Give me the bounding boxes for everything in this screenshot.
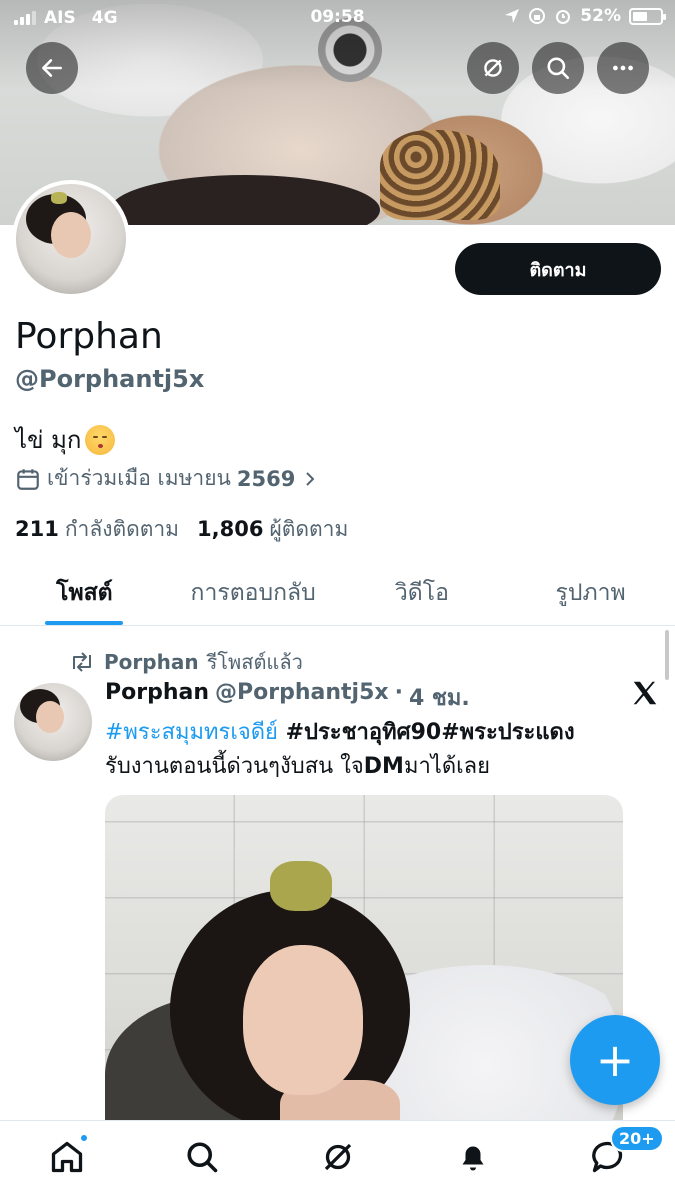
profile-avatar[interactable]	[12, 180, 130, 298]
post-text-number: 90	[410, 720, 442, 745]
tab-videos[interactable]: วิดีโอ	[338, 560, 507, 625]
followers-count: 1,806	[197, 517, 264, 541]
post-header: Porphan @Porphantj5x · 4 ชม.	[105, 680, 470, 715]
calendar-icon	[17, 468, 39, 490]
nav-grok[interactable]	[318, 1137, 358, 1177]
bottom-nav: 20+	[0, 1120, 675, 1200]
nav-notifications[interactable]	[453, 1137, 493, 1177]
followers-label: ผู้ติดตาม	[269, 517, 349, 541]
tab-replies-label: การตอบกลับ	[190, 579, 316, 606]
home-notification-dot	[79, 1133, 89, 1143]
tab-videos-label: วิดีโอ	[394, 579, 449, 606]
more-icon	[613, 65, 633, 71]
repost-icon	[73, 652, 91, 672]
battery-percent: 52%	[580, 6, 621, 26]
tab-posts-label: โพสต์	[56, 579, 113, 606]
follow-button[interactable]: ติดตาม	[455, 243, 661, 295]
post-text-hashtag3: #พระประแดง	[441, 720, 575, 745]
bell-icon	[462, 1146, 484, 1171]
compose-button[interactable]: +	[570, 1015, 660, 1105]
post-image[interactable]	[105, 795, 623, 1125]
profile-tabs: โพสต์ การตอบกลับ วิดีโอ รูปภาพ	[0, 560, 675, 626]
post-text: #พระสมุมทรเจดีย์ #ประชาอุทิศ90#พระประแดง…	[105, 716, 625, 784]
battery-icon	[629, 7, 666, 25]
scrollbar[interactable]	[665, 630, 669, 680]
kissing-face-emoji-icon	[85, 424, 116, 455]
joined-prefix: เข้าร่วมเมือ เมษายน	[47, 466, 231, 490]
tab-replies[interactable]: การตอบกลับ	[169, 560, 338, 625]
followers-link[interactable]: 1,806 ผู้ติดตาม	[197, 513, 348, 546]
nav-messages[interactable]: 20+	[588, 1125, 664, 1177]
home-icon	[51, 1141, 83, 1173]
repost-indicator: Porphan รีโพสต์แล้ว	[68, 646, 303, 678]
chevron-right-icon	[306, 471, 315, 486]
repost-name[interactable]: Porphan	[104, 650, 199, 674]
post-time: 4 ชม.	[408, 686, 470, 711]
bio: ไข่ มุก	[15, 420, 116, 459]
bio-text: ไข่ มุก	[15, 426, 82, 454]
x-logo-icon	[633, 681, 657, 705]
alarm-icon	[556, 10, 571, 24]
back-button[interactable]	[26, 42, 78, 94]
tab-posts[interactable]: โพสต์	[0, 560, 169, 625]
nav-search[interactable]	[182, 1137, 222, 1177]
post-text-line2-end: มาได้เลย	[403, 754, 491, 779]
grok-button[interactable]	[467, 42, 519, 94]
lock-rotation-icon	[529, 8, 546, 24]
post-avatar[interactable]	[14, 683, 92, 761]
search-icon	[547, 57, 570, 80]
status-bar: AIS 4G 09:58 52%	[0, 0, 675, 36]
back-arrow-icon	[42, 59, 62, 77]
grok-nav-icon	[324, 1143, 352, 1171]
hashtag-link[interactable]: #พระสมุมทรเจดีย์	[105, 720, 278, 745]
following-count: 211	[15, 517, 59, 541]
joined-year: 2569	[236, 466, 296, 491]
search-button[interactable]	[532, 42, 584, 94]
following-link[interactable]: 211 กำลังติดตาม	[15, 513, 179, 546]
display-name: Porphan	[15, 316, 163, 357]
follow-counts: 211 กำลังติดตาม 1,806 ผู้ติดตาม	[15, 513, 348, 546]
active-tab-indicator	[45, 621, 124, 625]
post-text-dm: DM	[363, 754, 404, 779]
joined-date[interactable]: เข้าร่วมเมือ เมษายน 2569	[15, 462, 319, 495]
more-button[interactable]	[597, 42, 649, 94]
search-nav-icon	[187, 1142, 218, 1173]
tab-photos[interactable]: รูปภาพ	[506, 560, 675, 625]
repost-label: รีโพสต์แล้ว	[206, 650, 303, 674]
following-label: กำลังติดตาม	[64, 517, 180, 541]
location-icon	[505, 9, 520, 23]
grok-icon	[484, 59, 502, 77]
post-author-name[interactable]: Porphan	[105, 680, 209, 715]
messages-badge: 20+	[610, 1125, 664, 1152]
post-author-handle: @Porphantj5x	[215, 680, 389, 705]
nav-home[interactable]	[47, 1133, 89, 1177]
post-separator: ·	[394, 680, 403, 705]
plus-icon: +	[595, 1033, 635, 1087]
post-text-hashtag2: #ประชาอุทิศ	[277, 720, 411, 745]
user-handle: @Porphantj5x	[15, 365, 205, 393]
tab-photos-label: รูปภาพ	[555, 579, 626, 606]
post-text-line2: รับงานตอนนี้ด่วนๆงับสน ใจ	[105, 754, 364, 779]
